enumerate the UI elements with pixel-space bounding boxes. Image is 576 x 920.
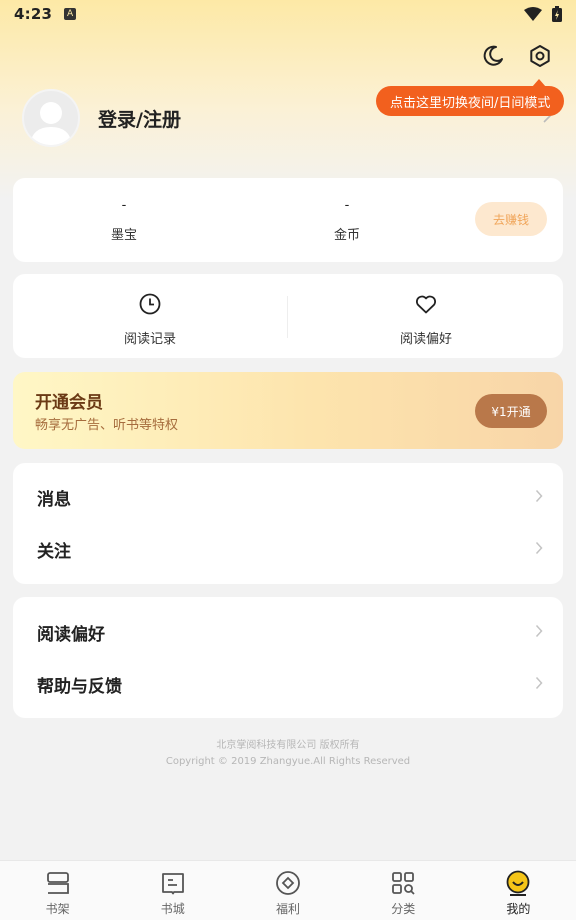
menu-group-messages: 消息 关注 (13, 463, 563, 584)
reading-history-label: 阅读记录 (123, 332, 176, 347)
chevron-right-icon (535, 624, 543, 638)
chevron-right-icon (535, 541, 543, 555)
chevron-right-icon (535, 489, 543, 503)
default-avatar-icon (30, 102, 72, 145)
reading-history-shortcut[interactable]: 阅读记录 (80, 292, 220, 347)
tab-bookstore[interactable]: 书城 (115, 861, 230, 920)
coin-value: - (344, 198, 350, 213)
profile-face-icon (507, 870, 530, 896)
menu-item-label: 帮助与反馈 (37, 676, 122, 697)
tab-mine[interactable]: 我的 (461, 861, 576, 920)
mobao-balance[interactable]: - 墨宝 (79, 198, 169, 243)
coin-balance[interactable]: - 金币 (302, 198, 392, 243)
divider (287, 296, 288, 338)
bookshelf-icon (46, 872, 69, 894)
tab-welfare[interactable]: 福利 (230, 861, 345, 920)
status-bar: 4:23 A (0, 0, 576, 28)
menu-item-label: 阅读偏好 (37, 624, 105, 645)
settings-button[interactable] (524, 40, 556, 72)
menu-item-help-feedback[interactable]: 帮助与反馈 (13, 658, 563, 710)
shortcuts-card: 阅读记录 阅读偏好 (13, 274, 563, 358)
menu-item-reading-preference[interactable]: 阅读偏好 (13, 606, 563, 658)
footer: 北京掌阅科技有限公司 版权所有 Copyright © 2019 Zhangyu… (0, 738, 576, 770)
night-mode-button[interactable] (477, 40, 509, 72)
tab-category[interactable]: 分类 (346, 861, 461, 920)
notification-badge: A (64, 8, 77, 20)
settings-icon (530, 45, 550, 67)
bottom-tab-bar: 书架 书城 福利 分类 我的 (0, 860, 576, 920)
tab-label: 书架 (45, 902, 70, 916)
login-register-link[interactable]: 登录/注册 (98, 105, 181, 132)
coin-label: 金币 (333, 228, 360, 243)
mobao-value: - (121, 198, 127, 213)
reading-preference-label: 阅读偏好 (399, 332, 452, 347)
tab-label: 我的 (506, 902, 531, 916)
tab-label: 福利 (276, 902, 301, 916)
menu-group-settings: 阅读偏好 帮助与反馈 (13, 597, 563, 718)
company-text: 北京掌阅科技有限公司 版权所有 (216, 740, 360, 751)
tab-bookshelf[interactable]: 书架 (0, 861, 115, 920)
wifi-icon (524, 7, 542, 21)
wallet-card: - 墨宝 - 金币 去赚钱 (13, 178, 563, 262)
vip-title: 开通会员 (35, 393, 103, 413)
night-mode-tooltip[interactable]: 点击这里切换夜间/日间模式 (376, 79, 565, 116)
status-icons (524, 6, 562, 22)
avatar (22, 89, 80, 147)
category-icon (392, 872, 415, 895)
menu-item-follow[interactable]: 关注 (13, 523, 563, 575)
tab-label: 书城 (160, 902, 185, 916)
heart-icon (415, 295, 437, 314)
clock-icon (139, 293, 161, 315)
vip-subtitle: 畅享无广告、听书等特权 (35, 418, 179, 433)
battery-icon (552, 6, 562, 22)
vip-open-button[interactable]: ¥1开通 (475, 394, 547, 428)
status-time: 4:23 (14, 5, 53, 23)
reading-preference-shortcut[interactable]: 阅读偏好 (356, 292, 496, 347)
mobao-label: 墨宝 (110, 228, 137, 243)
menu-item-label: 关注 (37, 541, 71, 562)
welfare-icon (276, 871, 300, 895)
tab-label: 分类 (391, 902, 416, 916)
menu-item-label: 消息 (37, 489, 71, 510)
book-store-icon (161, 873, 184, 895)
chevron-right-icon (535, 676, 543, 690)
menu-item-messages[interactable]: 消息 (13, 471, 563, 523)
moon-icon (483, 45, 503, 66)
earn-money-button[interactable]: 去赚钱 (475, 202, 547, 236)
copyright-text: Copyright © 2019 Zhangyue.All Rights Res… (165, 756, 411, 767)
vip-banner[interactable]: 开通会员 畅享无广告、听书等特权 ¥1开通 (13, 372, 563, 449)
